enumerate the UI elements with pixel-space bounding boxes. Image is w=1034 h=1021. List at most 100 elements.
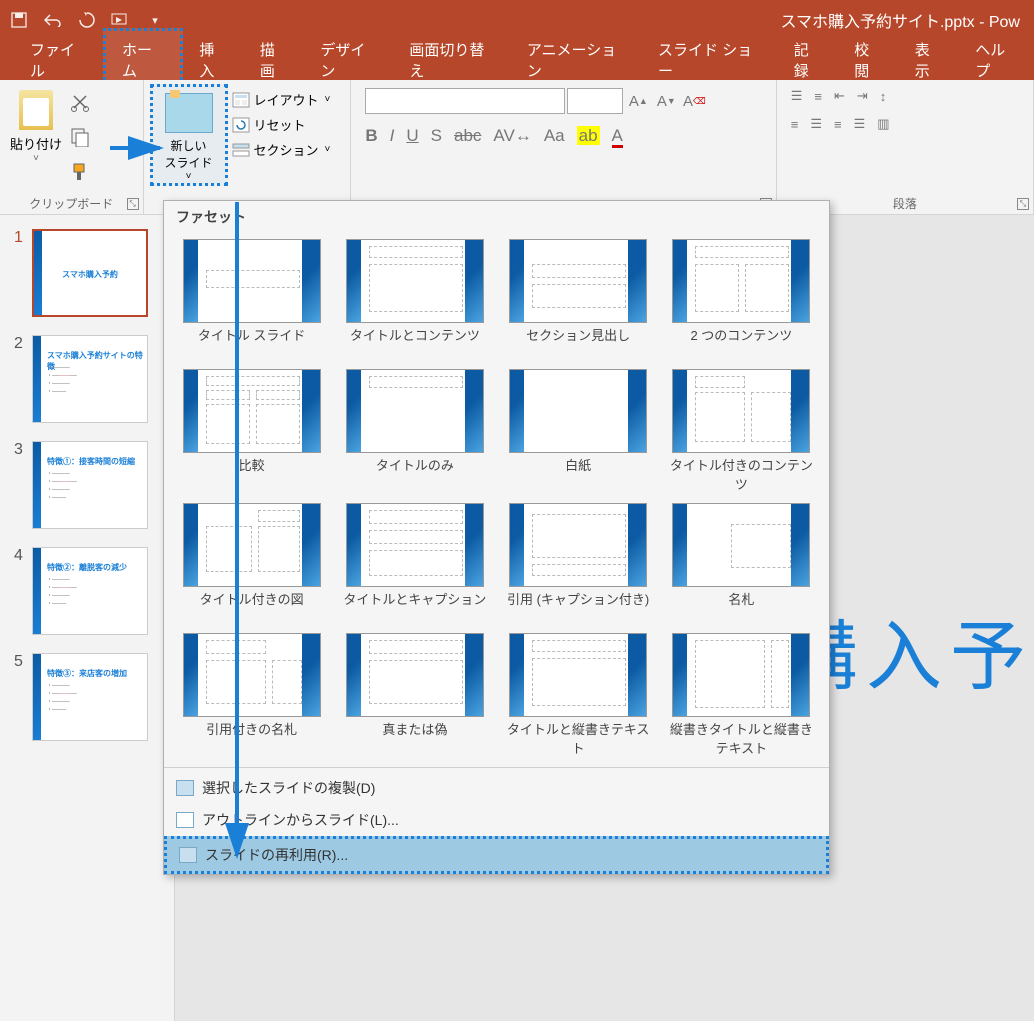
layout-option[interactable]: 引用付きの名札: [174, 633, 329, 757]
bold-button[interactable]: B: [365, 126, 377, 146]
layout-label: タイトル付きのコンテンツ: [664, 455, 819, 493]
layout-label: 2 つのコンテンツ: [690, 325, 792, 359]
duplicate-slides-item[interactable]: 選択したスライドの複製(D): [164, 772, 829, 804]
layout-option[interactable]: タイトルと縦書きテキスト: [501, 633, 656, 757]
section-button[interactable]: セクション˅: [232, 140, 331, 159]
layout-label: タイトル付きの図: [200, 589, 304, 623]
ribbon: 貼り付け ˅ クリップボード ⤡ 新しい スライド ˅ レイアウト˅: [0, 80, 1034, 215]
new-slide-icon: [165, 93, 213, 133]
layout-option[interactable]: タイトルとコンテンツ: [337, 239, 492, 359]
group-clipboard: 貼り付け ˅ クリップボード ⤡: [0, 80, 144, 214]
outline-icon: [176, 812, 194, 828]
layout-label: 真または偽: [382, 719, 447, 753]
character-spacing-button[interactable]: AV↔: [493, 126, 531, 146]
columns-button[interactable]: ▥: [877, 116, 889, 132]
layout-label: 白紙: [565, 455, 591, 489]
line-spacing-button[interactable]: ↕: [880, 89, 887, 104]
strikethrough-button[interactable]: abc: [454, 126, 481, 146]
ribbon-tabs: ファイル ホーム 挿入 描画 デザイン 画面切り替え アニメーション スライド …: [0, 40, 1034, 80]
decrease-indent-button[interactable]: ⇤: [834, 88, 845, 104]
thumbnail-slide[interactable]: 特徴③：来店客の増加・─────・───────・─────・────: [32, 653, 148, 741]
align-center-button[interactable]: ☰: [810, 116, 822, 132]
layout-option[interactable]: 真または偽: [337, 633, 492, 757]
justify-button[interactable]: ☰: [854, 116, 866, 132]
layout-option[interactable]: タイトル付きのコンテンツ: [664, 369, 819, 493]
reset-icon: [232, 117, 250, 133]
bullets-button[interactable]: ☰: [791, 88, 803, 104]
font-size-input[interactable]: [567, 88, 623, 114]
highlight-button[interactable]: ab: [577, 126, 600, 146]
slides-from-outline-item[interactable]: アウトラインからスライド(L)...: [164, 804, 829, 836]
layout-label: 縦書きタイトルと縦書きテキスト: [664, 719, 819, 757]
thumbnail-number: 4: [14, 547, 32, 565]
decrease-font-icon[interactable]: A▼: [653, 88, 679, 114]
layout-label: 比較: [239, 455, 265, 489]
cut-button[interactable]: [70, 92, 92, 115]
layout-label: タイトルと縦書きテキスト: [501, 719, 656, 757]
thumbnail-item[interactable]: 2スマホ購入予約サイトの特徴・─────・───────・─────・────: [0, 335, 174, 423]
group-paragraph: ☰ ≡ ⇤ ⇥ ↕ ≡ ☰ ≡ ☰ ▥ 段落 ⤡: [777, 80, 1034, 214]
thumbnail-item[interactable]: 3特徴①：接客時間の短縮・─────・───────・─────・────: [0, 441, 174, 529]
save-icon[interactable]: [8, 9, 30, 31]
layout-label: 引用付きの名札: [206, 719, 297, 753]
layout-button[interactable]: レイアウト˅: [232, 90, 331, 109]
increase-font-icon[interactable]: A▲: [625, 88, 651, 114]
layout-option[interactable]: タイトルとキャプション: [337, 503, 492, 623]
thumbnail-slide[interactable]: スマホ購入予約サイトの特徴・─────・───────・─────・────: [32, 335, 148, 423]
redo-icon[interactable]: [76, 9, 98, 31]
copy-button[interactable]: [70, 127, 92, 150]
paste-button[interactable]: 貼り付け ˅: [6, 84, 66, 185]
layout-option[interactable]: 白紙: [501, 369, 656, 493]
thumbnail-item[interactable]: 4特徴②：離脱客の減少・─────・───────・─────・────: [0, 547, 174, 635]
shadow-button[interactable]: S: [431, 126, 442, 146]
thumbnail-slide[interactable]: 特徴②：離脱客の減少・─────・───────・─────・────: [32, 547, 148, 635]
clipboard-launcher[interactable]: ⤡: [127, 198, 139, 210]
thumbnail-number: 5: [14, 653, 32, 671]
file-title: スマホ購入予約サイト.pptx - Pow: [166, 8, 1026, 32]
gallery-theme-name: ファセット: [164, 201, 829, 233]
increase-indent-button[interactable]: ⇥: [857, 88, 868, 104]
thumbnail-number: 2: [14, 335, 32, 353]
layout-option[interactable]: タイトルのみ: [337, 369, 492, 493]
thumbnail-item[interactable]: 1スマホ購入予約: [0, 229, 174, 317]
layout-option[interactable]: 名札: [664, 503, 819, 623]
clear-formatting-icon[interactable]: A⌫: [681, 88, 707, 114]
thumbnail-slide[interactable]: スマホ購入予約: [32, 229, 148, 317]
layout-label: 名札: [728, 589, 754, 623]
group-slides: 新しい スライド ˅ レイアウト˅ リセット セクション˅: [144, 80, 352, 214]
layout-icon: [232, 92, 250, 108]
align-left-button[interactable]: ≡: [791, 117, 799, 132]
reset-button[interactable]: リセット: [232, 115, 331, 134]
new-slide-gallery: ファセット タイトル スライドタイトルとコンテンツセクション見出し 2 つのコンテ…: [163, 200, 830, 875]
group-font: A▲ A▼ A⌫ B I U S abc AV↔ Aa ab A ⤡: [351, 80, 776, 214]
layout-label: タイトル スライド: [198, 325, 306, 359]
paste-icon: [19, 90, 53, 130]
numbering-button[interactable]: ≡: [814, 89, 822, 104]
reuse-slides-item[interactable]: スライドの再利用(R)...: [164, 836, 829, 874]
duplicate-icon: [176, 780, 194, 796]
layout-label: タイトルとキャプション: [343, 589, 486, 623]
start-from-beginning-icon[interactable]: [110, 9, 132, 31]
format-painter-button[interactable]: [70, 162, 92, 185]
layout-option[interactable]: セクション見出し: [501, 239, 656, 359]
thumbnail-pane[interactable]: 1スマホ購入予約 2スマホ購入予約サイトの特徴・─────・───────・───…: [0, 215, 175, 1021]
thumbnail-slide[interactable]: 特徴①：接客時間の短縮・─────・───────・─────・────: [32, 441, 148, 529]
thumbnail-item[interactable]: 5特徴③：来店客の増加・─────・───────・─────・────: [0, 653, 174, 741]
layout-option[interactable]: 2 つのコンテンツ: [664, 239, 819, 359]
layout-option[interactable]: 縦書きタイトルと縦書きテキスト: [664, 633, 819, 757]
paragraph-launcher[interactable]: ⤡: [1017, 198, 1029, 210]
undo-icon[interactable]: [42, 9, 64, 31]
layout-option[interactable]: 比較: [174, 369, 329, 493]
font-name-input[interactable]: [365, 88, 565, 114]
underline-button[interactable]: U: [406, 126, 418, 146]
layout-option[interactable]: タイトル スライド: [174, 239, 329, 359]
new-slide-button[interactable]: 新しい スライド ˅: [150, 84, 228, 186]
italic-button[interactable]: I: [390, 126, 395, 146]
customize-qat-icon[interactable]: ▾: [144, 9, 166, 31]
layout-option[interactable]: タイトル付きの図: [174, 503, 329, 623]
font-color-button[interactable]: A: [612, 126, 623, 146]
align-right-button[interactable]: ≡: [834, 117, 842, 132]
reuse-icon: [179, 847, 197, 863]
change-case-button[interactable]: Aa: [544, 126, 565, 146]
layout-option[interactable]: 引用 (キャプション付き): [501, 503, 656, 623]
